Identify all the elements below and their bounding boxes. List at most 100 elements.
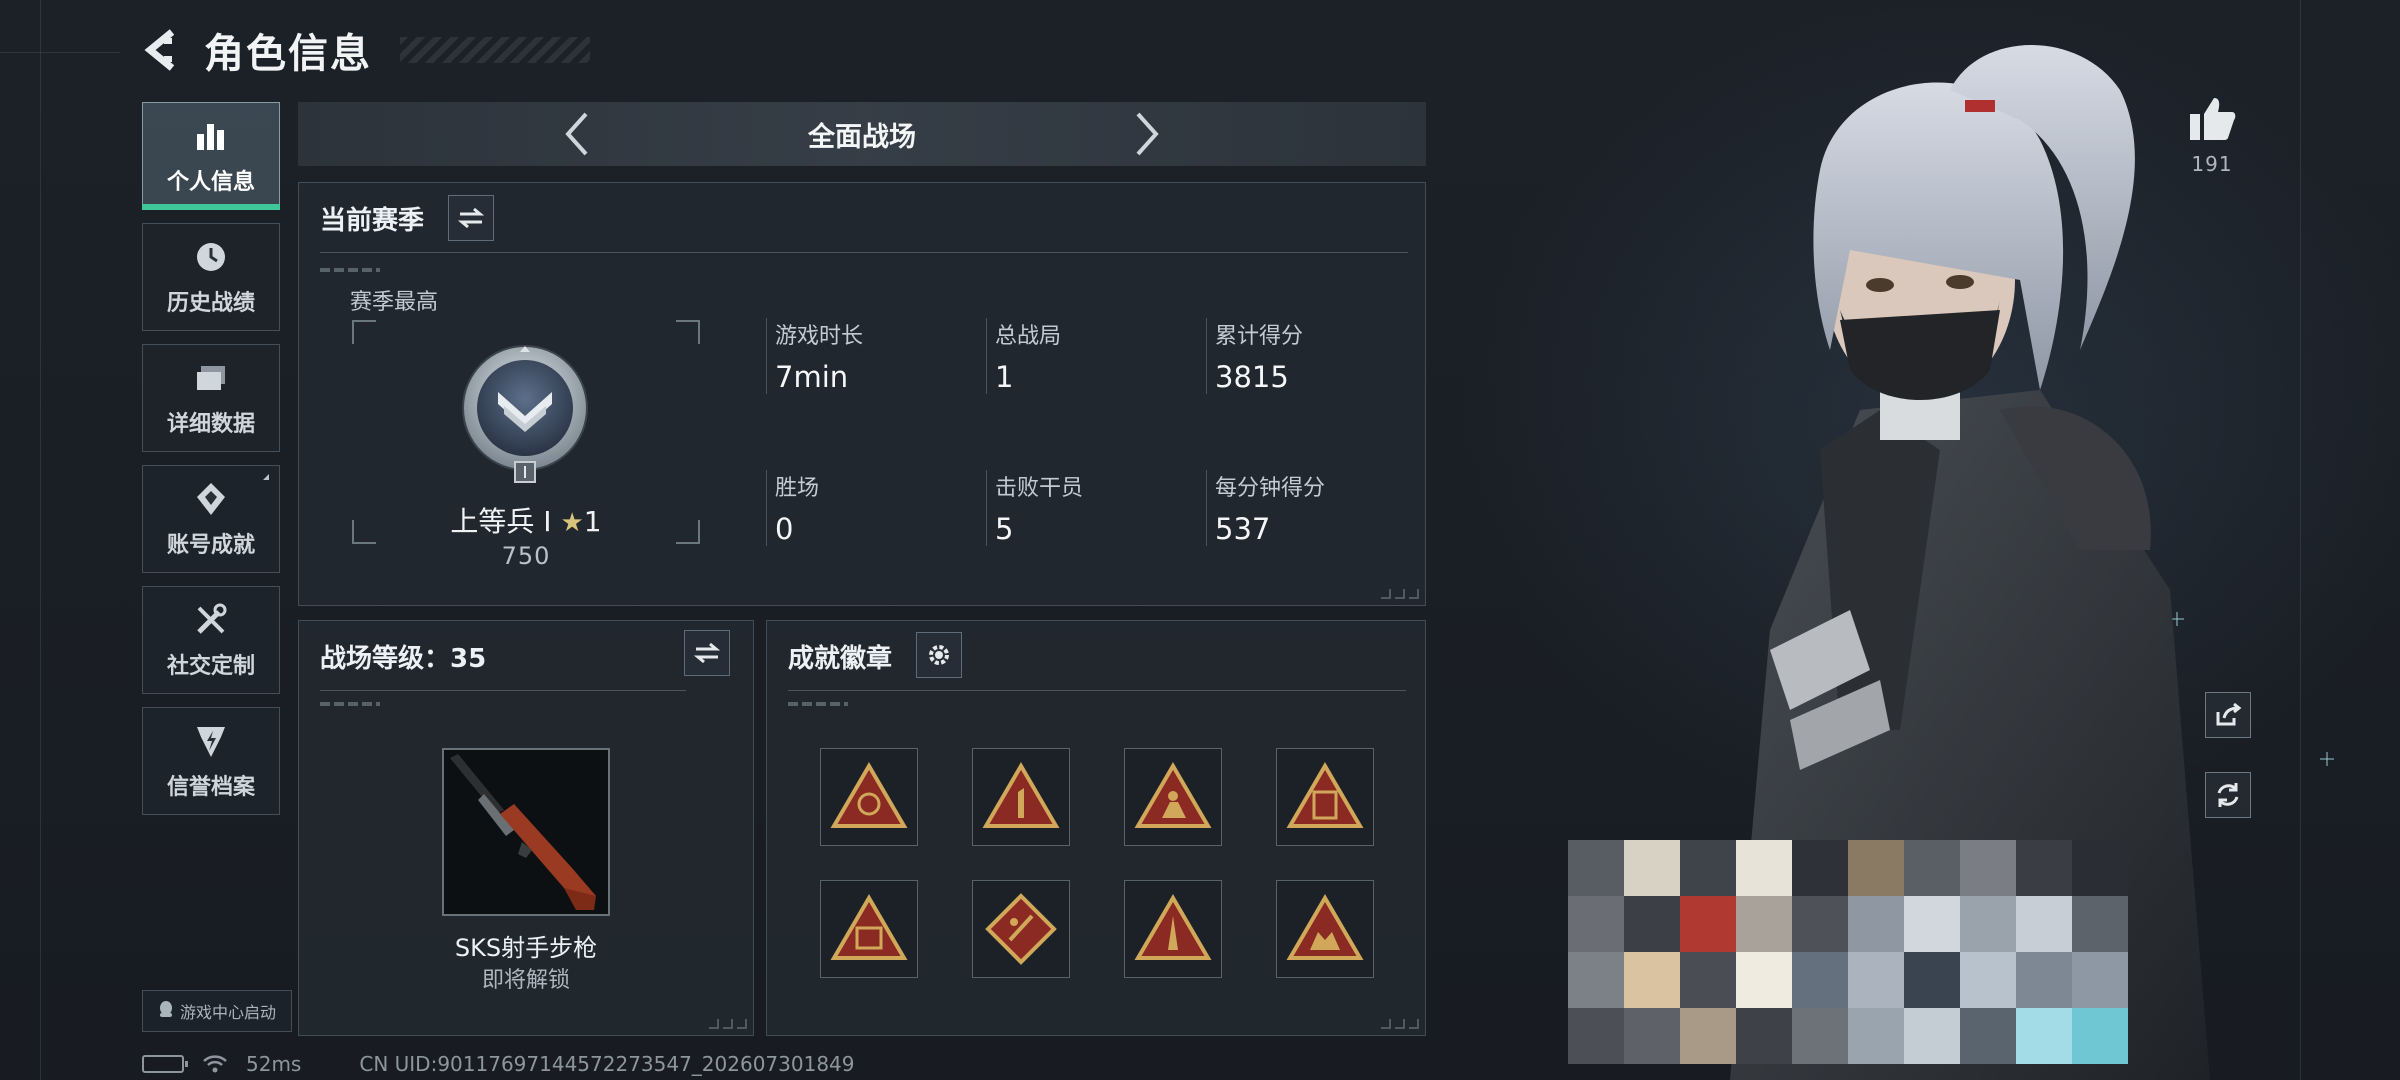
sidebar-item-reputation[interactable]: 信誉档案 — [142, 707, 280, 815]
refresh-icon — [2217, 783, 2239, 807]
status-bar: 52ms CN UID:90117697144572273547_2026073… — [142, 1052, 855, 1076]
stat-value: 7min — [775, 360, 849, 394]
season-subtitle: 赛季最高 — [350, 290, 439, 315]
swap-icon — [694, 642, 720, 664]
panel-corner-decor — [1381, 1019, 1419, 1029]
achievement-badge[interactable] — [1124, 880, 1222, 978]
star-icon: ★ — [560, 508, 584, 538]
sidebar-item-label: 个人信息 — [166, 170, 255, 195]
sidebar-item-social[interactable]: 社交定制 — [142, 586, 280, 694]
triangle-badge-icon — [1134, 762, 1212, 828]
mode-title: 全面战场 — [808, 121, 916, 153]
battery-icon — [142, 1055, 188, 1073]
rank-name: 上等兵 — [450, 505, 535, 538]
panel-mini-decor — [320, 702, 380, 706]
sidebar-item-label: 信誉档案 — [166, 775, 255, 800]
panel-divider — [788, 690, 1406, 691]
achievement-badge[interactable] — [972, 748, 1070, 846]
stat-kills: 击败干员 5 — [986, 470, 1186, 546]
achievement-badge[interactable] — [1276, 748, 1374, 846]
mode-selector: 全面战场 — [298, 102, 1426, 166]
stat-label: 每分钟得分 — [1215, 476, 1326, 501]
decor-line — [2300, 0, 2301, 1080]
achievement-settings-button[interactable] — [916, 632, 962, 678]
gear-icon — [929, 645, 949, 665]
sidebar-item-detailed-data[interactable]: 详细数据 — [142, 344, 280, 452]
rank-stars: 1 — [583, 505, 602, 538]
achievement-badge[interactable] — [1276, 880, 1374, 978]
battle-level-title: 战场等级：35 — [320, 644, 487, 674]
like-widget[interactable]: 191 — [2180, 96, 2244, 176]
ping-value: 52ms — [246, 1052, 302, 1076]
tools-icon — [191, 600, 231, 640]
weapon-unlock-status: 即将解锁 — [481, 968, 570, 993]
sidebar-item-label: 社交定制 — [166, 654, 255, 679]
pixelated-region — [1568, 840, 2128, 1064]
stat-value: 3815 — [1215, 360, 1289, 394]
game-center-launch-button[interactable]: 游戏中心启动 — [142, 990, 292, 1032]
season-title: 当前赛季 — [320, 206, 425, 236]
decor-line — [40, 0, 41, 1080]
panel-mini-decor — [320, 268, 380, 272]
folder-icon — [191, 358, 231, 398]
battle-level-switch-button[interactable] — [684, 630, 730, 676]
bar-chart-icon — [191, 116, 231, 156]
achievement-title: 成就徽章 — [788, 644, 893, 674]
stat-value: 0 — [775, 512, 794, 546]
decor-line — [0, 52, 120, 53]
triangle-badge-icon — [830, 762, 908, 828]
chevron-right-icon[interactable] — [1122, 109, 1172, 159]
sidebar-item-history[interactable]: 历史战绩 — [142, 223, 280, 331]
sidebar-nav: 个人信息 历史战绩 详细数据 账号成就 社交定制 信誉档案 — [142, 102, 280, 828]
triangle-badge-icon — [982, 762, 1060, 828]
season-switch-button[interactable] — [448, 195, 494, 241]
stat-label: 累计得分 — [1215, 324, 1304, 349]
rank-points: 750 — [501, 542, 551, 570]
sidebar-item-personal-info[interactable]: 个人信息 — [142, 102, 280, 210]
qq-icon — [158, 1000, 174, 1022]
sidebar-item-achievements[interactable]: 账号成就 — [142, 465, 280, 573]
stat-play-time: 游戏时长 7min — [766, 318, 966, 394]
achievement-badge[interactable] — [1124, 748, 1222, 846]
stat-value: 1 — [995, 360, 1014, 394]
weapon-name: SKS射手步枪 — [454, 934, 598, 962]
triangle-badge-icon — [1134, 894, 1212, 960]
stat-wins: 胜场 0 — [766, 470, 966, 546]
stat-score-per-minute: 每分钟得分 537 — [1206, 470, 1406, 546]
share-button[interactable] — [2205, 692, 2251, 738]
stat-value: 5 — [995, 512, 1014, 546]
achievement-badge[interactable] — [820, 880, 918, 978]
panel-mini-decor — [788, 702, 848, 706]
diamond-badge-icon — [985, 893, 1057, 965]
achievement-badge[interactable] — [820, 748, 918, 846]
sidebar-item-label: 历史战绩 — [166, 291, 255, 316]
rank-name-line: 上等兵 I ★1 — [352, 500, 700, 540]
stat-label: 击败干员 — [995, 476, 1084, 501]
thumbs-up-icon — [2190, 98, 2236, 140]
title-decor — [400, 37, 590, 63]
panel-corner-decor — [709, 1019, 747, 1029]
launch-label: 游戏中心启动 — [179, 1003, 276, 1022]
rotate-button[interactable] — [2205, 772, 2251, 818]
reputation-icon — [191, 721, 231, 761]
chevron-left-icon[interactable] — [552, 109, 602, 159]
panel-divider — [320, 690, 686, 691]
stat-label: 总战局 — [995, 324, 1062, 349]
triangle-badge-icon — [830, 894, 908, 960]
new-indicator — [263, 474, 269, 480]
rank-badge-icon — [460, 344, 590, 484]
decor-cross — [2320, 752, 2334, 766]
achievement-badge[interactable] — [972, 880, 1070, 978]
rank-tier: I — [543, 505, 552, 538]
weapon-thumbnail[interactable] — [442, 748, 610, 916]
share-icon — [2216, 702, 2242, 726]
back-arrow-icon[interactable] — [140, 28, 184, 72]
stat-label: 游戏时长 — [775, 324, 864, 349]
stat-label: 胜场 — [775, 476, 820, 501]
stat-total-score: 累计得分 3815 — [1206, 318, 1406, 394]
page-title: 角色信息 — [204, 31, 372, 77]
sidebar-item-label: 详细数据 — [166, 412, 255, 437]
page-header: 角色信息 — [140, 22, 590, 78]
triangle-badge-icon — [1286, 894, 1364, 960]
player-uid: CN UID:90117697144572273547_202607301849 — [359, 1052, 855, 1076]
